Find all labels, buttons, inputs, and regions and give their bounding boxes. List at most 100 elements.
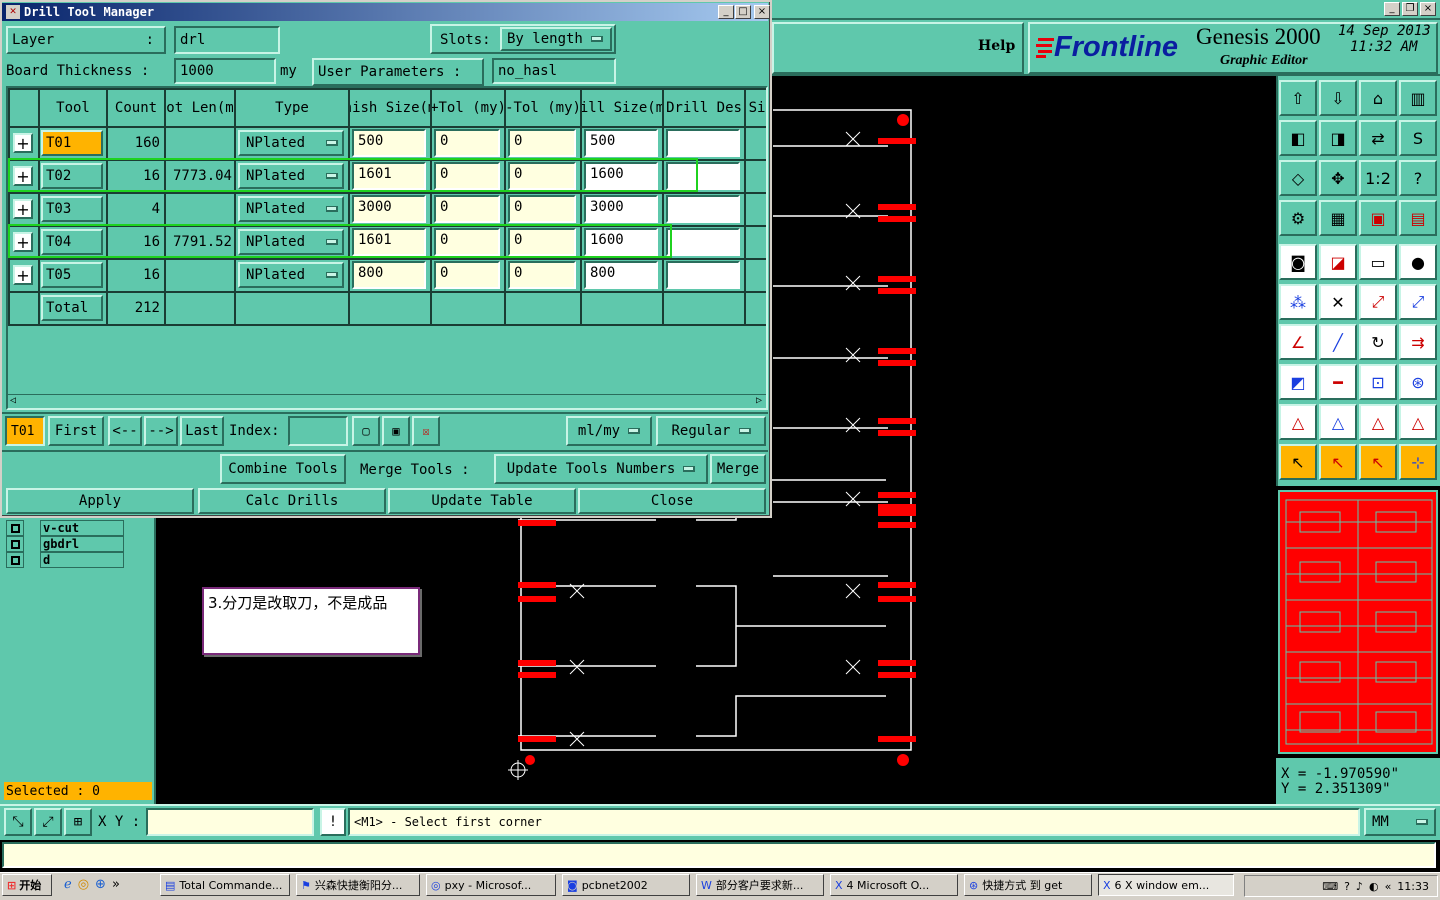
point-red-icon[interactable]: ⤢ — [1359, 284, 1397, 320]
minus-tol-input[interactable]: 0 — [508, 129, 576, 157]
browser-icon[interactable]: ⊕ — [95, 877, 106, 892]
pan-left-icon[interactable]: ◧ — [1279, 120, 1317, 156]
expand-row-button[interactable]: + — [13, 199, 33, 219]
user-params-field[interactable]: no_hasl — [492, 58, 616, 84]
type-dropdown[interactable]: NPlated — [238, 196, 344, 222]
type-dropdown[interactable]: NPlated — [238, 229, 344, 255]
taskbar-item[interactable]: X6 X window em... — [1098, 874, 1234, 896]
tool-cell[interactable]: T01 — [41, 130, 103, 156]
tool-cell[interactable]: T03 — [41, 196, 103, 222]
xy-input[interactable] — [146, 808, 314, 836]
drill-size-input[interactable]: 800 — [584, 261, 658, 289]
point-icon[interactable]: ⤢ — [1399, 284, 1437, 320]
minus-tol-input[interactable]: 0 — [508, 228, 576, 256]
finish-size-input[interactable]: 1601 — [352, 162, 426, 190]
snap-icon[interactable]: ▣ — [1359, 200, 1397, 236]
first-button[interactable]: First — [48, 416, 104, 446]
drill-size-input[interactable]: 3000 — [584, 195, 658, 223]
finish-size-input[interactable]: 500 — [352, 129, 426, 157]
triangle-icon[interactable]: △ — [1279, 404, 1317, 440]
units-dropdown[interactable]: ml/my — [566, 416, 652, 446]
close-button[interactable]: Close — [578, 488, 766, 514]
filter-icon[interactable]: ▣ — [382, 416, 410, 446]
window-icon[interactable]: ▥ — [1399, 80, 1437, 116]
taskbar-item[interactable]: ◙ pcbnet2002 — [562, 874, 690, 896]
minimize-icon[interactable]: _ — [1384, 2, 1400, 16]
taskbar-item[interactable]: ▤ Total Commande... — [160, 874, 290, 896]
tray-expand-icon[interactable]: « — [1385, 880, 1392, 893]
help-tray-icon[interactable]: ? — [1344, 880, 1350, 893]
redraw-icon[interactable]: S — [1399, 120, 1437, 156]
finish-size-input[interactable]: 1601 — [352, 228, 426, 256]
layer-field[interactable]: drl — [174, 26, 280, 54]
drill-des-input[interactable] — [666, 228, 740, 256]
net-icon[interactable]: ⁂ — [1279, 284, 1317, 320]
calc-drills-button[interactable]: Calc Drills — [198, 488, 386, 514]
media-icon[interactable]: ◎ — [78, 877, 89, 892]
layer-checkbox[interactable] — [6, 520, 24, 536]
mode-dropdown[interactable]: Regular — [656, 416, 766, 446]
taskbar-item[interactable]: W 部分客户要求新... — [696, 874, 824, 896]
minus-tol-input[interactable]: 0 — [508, 162, 576, 190]
network-icon[interactable]: ◐ — [1369, 880, 1379, 893]
index-field[interactable] — [288, 416, 348, 446]
ruler-icon[interactable]: ▭ — [1359, 244, 1397, 280]
rotate-icon[interactable]: ↻ — [1359, 324, 1397, 360]
search-icon[interactable]: ▢ — [352, 416, 380, 446]
drill-des-input[interactable] — [666, 129, 740, 157]
command-line[interactable] — [2, 842, 1436, 868]
expand-row-button[interactable]: + — [13, 265, 33, 285]
layer-icon[interactable]: ◙ — [1279, 244, 1317, 280]
ie-icon[interactable]: ℯ — [64, 877, 72, 892]
cross-icon[interactable]: ✕ — [1319, 284, 1357, 320]
zoom-1to1-icon[interactable]: 1:2 — [1359, 160, 1397, 196]
layer-checkbox[interactable] — [6, 552, 24, 568]
fit-icon[interactable]: ◇ — [1279, 160, 1317, 196]
combine-tools-button[interactable]: Combine Tools — [220, 454, 346, 484]
expand-row-button[interactable]: + — [13, 133, 33, 153]
finish-size-input[interactable]: 800 — [352, 261, 426, 289]
dialog-minimize-icon[interactable]: _ — [718, 5, 734, 19]
start-button[interactable]: ⊞ 开始 — [2, 874, 52, 896]
update-table-button[interactable]: Update Table — [388, 488, 576, 514]
triangle3-icon[interactable]: △ — [1359, 404, 1397, 440]
scroll-left-icon[interactable]: ◁ — [10, 395, 16, 406]
plus-tol-input[interactable]: 0 — [434, 129, 500, 157]
next-button[interactable]: --> — [144, 416, 178, 446]
keyboard-icon[interactable]: ⌨ — [1322, 880, 1338, 893]
erase-icon[interactable]: ◪ — [1319, 244, 1357, 280]
type-dropdown[interactable]: NPlated — [238, 262, 344, 288]
help-button[interactable]: Help — [978, 36, 1015, 56]
finish-size-input[interactable]: 3000 — [352, 195, 426, 223]
help-icon[interactable]: ? — [1399, 160, 1437, 196]
layer-button[interactable]: Layer: — [6, 26, 166, 54]
scroll-right-icon[interactable]: ▷ — [756, 395, 762, 406]
swap-icon[interactable]: ⇄ — [1359, 120, 1397, 156]
close-icon[interactable]: × — [1420, 2, 1436, 16]
horizontal-scrollbar[interactable]: ◁ ▷ — [8, 394, 766, 408]
restore-icon[interactable]: ❐ — [1402, 2, 1418, 16]
pointer-box2-icon[interactable]: ↖ — [1359, 444, 1397, 480]
taskbar-item[interactable]: ⊛ 快捷方式 到 get — [964, 874, 1092, 896]
user-params-button[interactable]: User Parameters : — [312, 58, 484, 86]
line-icon[interactable]: ╱ — [1319, 324, 1357, 360]
zoom-home-icon[interactable]: ⊞ — [64, 808, 92, 836]
alert-icon[interactable]: ! — [320, 808, 346, 836]
type-dropdown[interactable]: NPlated — [238, 163, 344, 189]
flip-icon[interactable]: ⇉ — [1399, 324, 1437, 360]
tool-cell[interactable]: T05 — [41, 262, 103, 288]
pointer-icon[interactable]: ↖ — [1279, 444, 1317, 480]
expand-icon[interactable]: » — [112, 877, 120, 892]
prev-button[interactable]: <-- — [108, 416, 142, 446]
plus-tol-input[interactable]: 0 — [434, 195, 500, 223]
expand-row-button[interactable]: + — [13, 232, 33, 252]
save-icon[interactable]: ⇩ — [1319, 80, 1357, 116]
dialog-titlebar[interactable]: ✕ Drill Tool Manager — [2, 3, 768, 21]
taskbar-item[interactable]: ⚑ 兴森快捷衡阳分... — [296, 874, 420, 896]
merge-button[interactable]: Merge — [710, 454, 766, 484]
center-icon[interactable]: ✥ — [1319, 160, 1357, 196]
drill-des-input[interactable] — [666, 261, 740, 289]
drill-des-input[interactable] — [666, 162, 740, 190]
update-numbers-dropdown[interactable]: Update Tools Numbers — [494, 454, 708, 484]
route-icon[interactable]: ⊹ — [1399, 444, 1437, 480]
